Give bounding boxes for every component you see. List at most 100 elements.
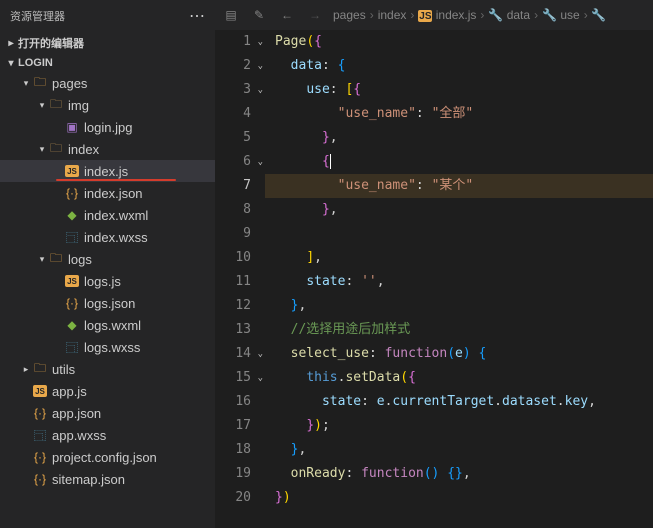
tree-item-app-js[interactable]: JSapp.js [0, 380, 215, 402]
tree-item-label: logs.wxss [84, 340, 140, 355]
red-underline [56, 179, 176, 181]
line-number[interactable]: 20 [215, 486, 261, 510]
fold-icon[interactable]: ⌄ [258, 54, 263, 78]
tree-item-index-wxml[interactable]: ◆index.wxml [0, 204, 215, 226]
tree-item-label: index.json [84, 186, 143, 201]
code-line[interactable]: select_use: function(e) { [265, 342, 653, 366]
code-line[interactable]: }) [265, 486, 653, 510]
tree-item-label: app.wxss [52, 428, 106, 443]
tree-item-index[interactable]: ▾🗀index [0, 138, 215, 160]
tree-item-label: index.wxss [84, 230, 148, 245]
line-number[interactable]: 14⌄ [215, 342, 261, 366]
sidebar-toggle-icon[interactable]: ▤ [221, 8, 241, 22]
tree-item-index-js[interactable]: JSindex.js [0, 160, 215, 182]
breadcrumb-item[interactable]: index [378, 8, 407, 22]
code-line[interactable]: data: { [265, 54, 653, 78]
code-line[interactable]: "use_name": "全部" [265, 102, 653, 126]
code-content[interactable]: Page({ data: { use: [{ "use_name": "全部" … [265, 30, 653, 528]
project-label: LOGIN [18, 57, 53, 69]
project-section[interactable]: ▾ LOGIN [0, 54, 215, 72]
tree-item-label: project.config.json [52, 450, 157, 465]
tree-item-app-json[interactable]: {·}app.json [0, 402, 215, 424]
line-number[interactable]: 4 [215, 102, 261, 126]
line-number[interactable]: 19 [215, 462, 261, 486]
line-number[interactable]: 1⌄ [215, 30, 261, 54]
code-line[interactable]: Page({ [265, 30, 653, 54]
code-line[interactable]: ], [265, 246, 653, 270]
line-number[interactable]: 17 [215, 414, 261, 438]
breadcrumb-item[interactable]: JS index.js [418, 8, 476, 23]
tree-item-logs-js[interactable]: JSlogs.js [0, 270, 215, 292]
breadcrumb[interactable]: pages›index›JS index.js›🔧 data›🔧 use › 🔧 [333, 8, 647, 23]
nav-back-icon[interactable]: ← [277, 8, 297, 22]
tree-item-logs-wxml[interactable]: ◆logs.wxml [0, 314, 215, 336]
line-number[interactable]: 12 [215, 294, 261, 318]
tree-item-sitemap-json[interactable]: {·}sitemap.json [0, 468, 215, 490]
fold-icon[interactable]: ⌄ [258, 78, 263, 102]
tree-item-project-config-json[interactable]: {·}project.config.json [0, 446, 215, 468]
chevron-right-icon: ▸ [20, 364, 32, 375]
tree-item-index-json[interactable]: {·}index.json [0, 182, 215, 204]
tree-item-label: index.js [84, 164, 128, 179]
fold-icon[interactable]: ⌄ [258, 150, 263, 174]
tree-item-logs-wxss[interactable]: ⿹logs.wxss [0, 336, 215, 358]
code-line[interactable]: state: e.currentTarget.dataset.key, [265, 390, 653, 414]
code-line[interactable] [265, 222, 653, 246]
fold-icon[interactable]: ⌄ [258, 342, 263, 366]
tree-item-label: index [68, 142, 99, 157]
code-line[interactable]: state: '', [265, 270, 653, 294]
line-number[interactable]: 11 [215, 270, 261, 294]
line-number[interactable]: 9 [215, 222, 261, 246]
gutter[interactable]: 1⌄2⌄3⌄456⌄7891011121314⌄15⌄1617181920 [215, 30, 265, 528]
line-number[interactable]: 16 [215, 390, 261, 414]
fold-icon[interactable]: ⌄ [258, 30, 263, 54]
line-number[interactable]: 2⌄ [215, 54, 261, 78]
nav-forward-icon[interactable]: → [305, 8, 325, 22]
line-number[interactable]: 13 [215, 318, 261, 342]
tree-item-login-jpg[interactable]: ▣login.jpg [0, 116, 215, 138]
file-tree: ▾🗀pages▾🗀img▣login.jpg▾🗀indexJSindex.js{… [0, 72, 215, 498]
open-editors-section[interactable]: ▸ 打开的编辑器 [0, 32, 215, 54]
more-actions-icon[interactable]: ⋯ [189, 6, 205, 26]
line-number[interactable]: 15⌄ [215, 366, 261, 390]
tree-item-logs[interactable]: ▾🗀logs [0, 248, 215, 270]
tree-item-pages[interactable]: ▾🗀pages [0, 72, 215, 94]
code-line[interactable]: }); [265, 414, 653, 438]
code-line[interactable]: }, [265, 198, 653, 222]
code-line[interactable]: }, [265, 126, 653, 150]
code-line[interactable]: "use_name": "某个" [265, 174, 653, 198]
tree-item-logs-json[interactable]: {·}logs.json [0, 292, 215, 314]
line-number[interactable]: 7 [215, 174, 261, 198]
tree-item-label: logs.json [84, 296, 135, 311]
breadcrumb-item[interactable]: 🔧 data [488, 8, 530, 22]
tree-item-app-wxss[interactable]: ⿹app.wxss [0, 424, 215, 446]
breadcrumb-item[interactable]: pages [333, 8, 366, 22]
line-number[interactable]: 8 [215, 198, 261, 222]
tree-item-utils[interactable]: ▸🗀utils [0, 358, 215, 380]
code-line[interactable]: }, [265, 294, 653, 318]
chevron-down-icon: ▾ [36, 144, 48, 155]
line-number[interactable]: 18 [215, 438, 261, 462]
code-line[interactable]: onReady: function() {}, [265, 462, 653, 486]
explorer-sidebar: 资源管理器 ⋯ ▸ 打开的编辑器 ▾ LOGIN ▾🗀pages▾🗀img▣lo… [0, 0, 215, 528]
tree-item-label: pages [52, 76, 87, 91]
code-line[interactable]: //选择用途后加样式 [265, 318, 653, 342]
code-line[interactable]: use: [{ [265, 78, 653, 102]
line-number[interactable]: 6⌄ [215, 150, 261, 174]
line-number[interactable]: 3⌄ [215, 78, 261, 102]
code-line[interactable]: { [265, 150, 653, 174]
code-line[interactable]: this.setData({ [265, 366, 653, 390]
tree-item-index-wxss[interactable]: ⿹index.wxss [0, 226, 215, 248]
editor-toolbar: ▤ ✎ ← → pages›index›JS index.js›🔧 data›🔧… [215, 0, 653, 30]
chevron-down-icon: ▾ [20, 78, 32, 89]
line-number[interactable]: 5 [215, 126, 261, 150]
code-line[interactable]: }, [265, 438, 653, 462]
tree-item-label: app.json [52, 406, 101, 421]
tree-item-img[interactable]: ▾🗀img [0, 94, 215, 116]
tree-item-label: app.js [52, 384, 87, 399]
line-number[interactable]: 10 [215, 246, 261, 270]
bookmark-icon[interactable]: ✎ [249, 8, 269, 22]
breadcrumb-item[interactable]: 🔧 use [542, 8, 580, 22]
editor-pane: ▤ ✎ ← → pages›index›JS index.js›🔧 data›🔧… [215, 0, 653, 528]
fold-icon[interactable]: ⌄ [258, 366, 263, 390]
